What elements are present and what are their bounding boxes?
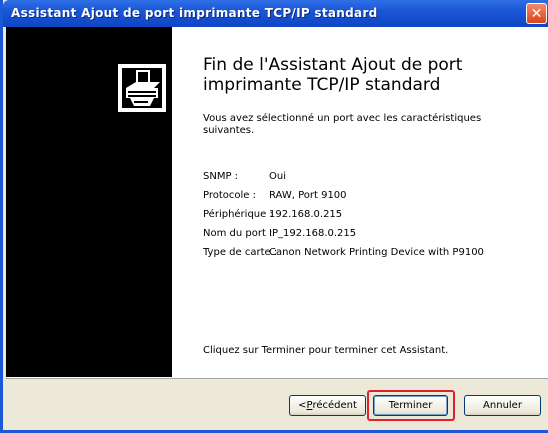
finish-instruction: Cliquez sur Terminer pour terminer cet A… xyxy=(203,345,449,356)
finish-label: Terminer xyxy=(388,400,433,411)
property-label: SNMP : xyxy=(203,171,239,182)
property-value: Oui xyxy=(269,171,286,182)
port-properties: SNMP : Oui Protocole : RAW, Port 9100 Pé… xyxy=(203,167,484,262)
property-row-device: Périphérique : 192.168.0.215 xyxy=(203,205,484,224)
property-row-card-type: Type de carte : Canon Network Printing D… xyxy=(203,243,484,262)
property-value: Canon Network Printing Device with P9100 xyxy=(269,247,484,258)
separator xyxy=(6,378,548,379)
page-title: Fin de l'Assistant Ajout de port imprima… xyxy=(203,55,463,95)
previous-button[interactable]: < P récédent xyxy=(289,395,366,416)
property-label: Protocole : xyxy=(203,190,256,201)
property-row-port-name: Nom du port : IP_192.168.0.215 xyxy=(203,224,484,243)
property-label: Périphérique : xyxy=(203,209,273,220)
finish-button[interactable]: Terminer xyxy=(373,395,448,416)
close-icon: ✕ xyxy=(530,5,543,22)
wizard-window: Assistant Ajout de port imprimante TCP/I… xyxy=(0,0,548,433)
wizard-content: Fin de l'Assistant Ajout de port imprima… xyxy=(172,27,548,377)
close-button[interactable]: ✕ xyxy=(526,3,547,24)
cancel-label: Annuler xyxy=(483,400,522,411)
title-bar[interactable]: Assistant Ajout de port imprimante TCP/I… xyxy=(3,0,548,27)
previous-label: récédent xyxy=(312,400,357,411)
intro-text: Vous avez sélectionné un port avec les c… xyxy=(203,113,482,136)
window-title: Assistant Ajout de port imprimante TCP/I… xyxy=(11,6,378,20)
property-value: RAW, Port 9100 xyxy=(269,190,347,201)
printer-wizard-icon xyxy=(112,58,172,118)
previous-arrow: < xyxy=(298,400,307,411)
button-bar: < P récédent Terminer Annuler xyxy=(6,377,548,430)
property-row-protocol: Protocole : RAW, Port 9100 xyxy=(203,186,484,205)
property-value: IP_192.168.0.215 xyxy=(269,228,357,239)
cancel-button[interactable]: Annuler xyxy=(464,395,541,416)
property-label: Type de carte : xyxy=(203,247,278,258)
property-value: 192.168.0.215 xyxy=(269,209,343,220)
wizard-sidebar xyxy=(6,27,172,377)
property-label: Nom du port : xyxy=(203,228,273,239)
property-row-snmp: SNMP : Oui xyxy=(203,167,484,186)
